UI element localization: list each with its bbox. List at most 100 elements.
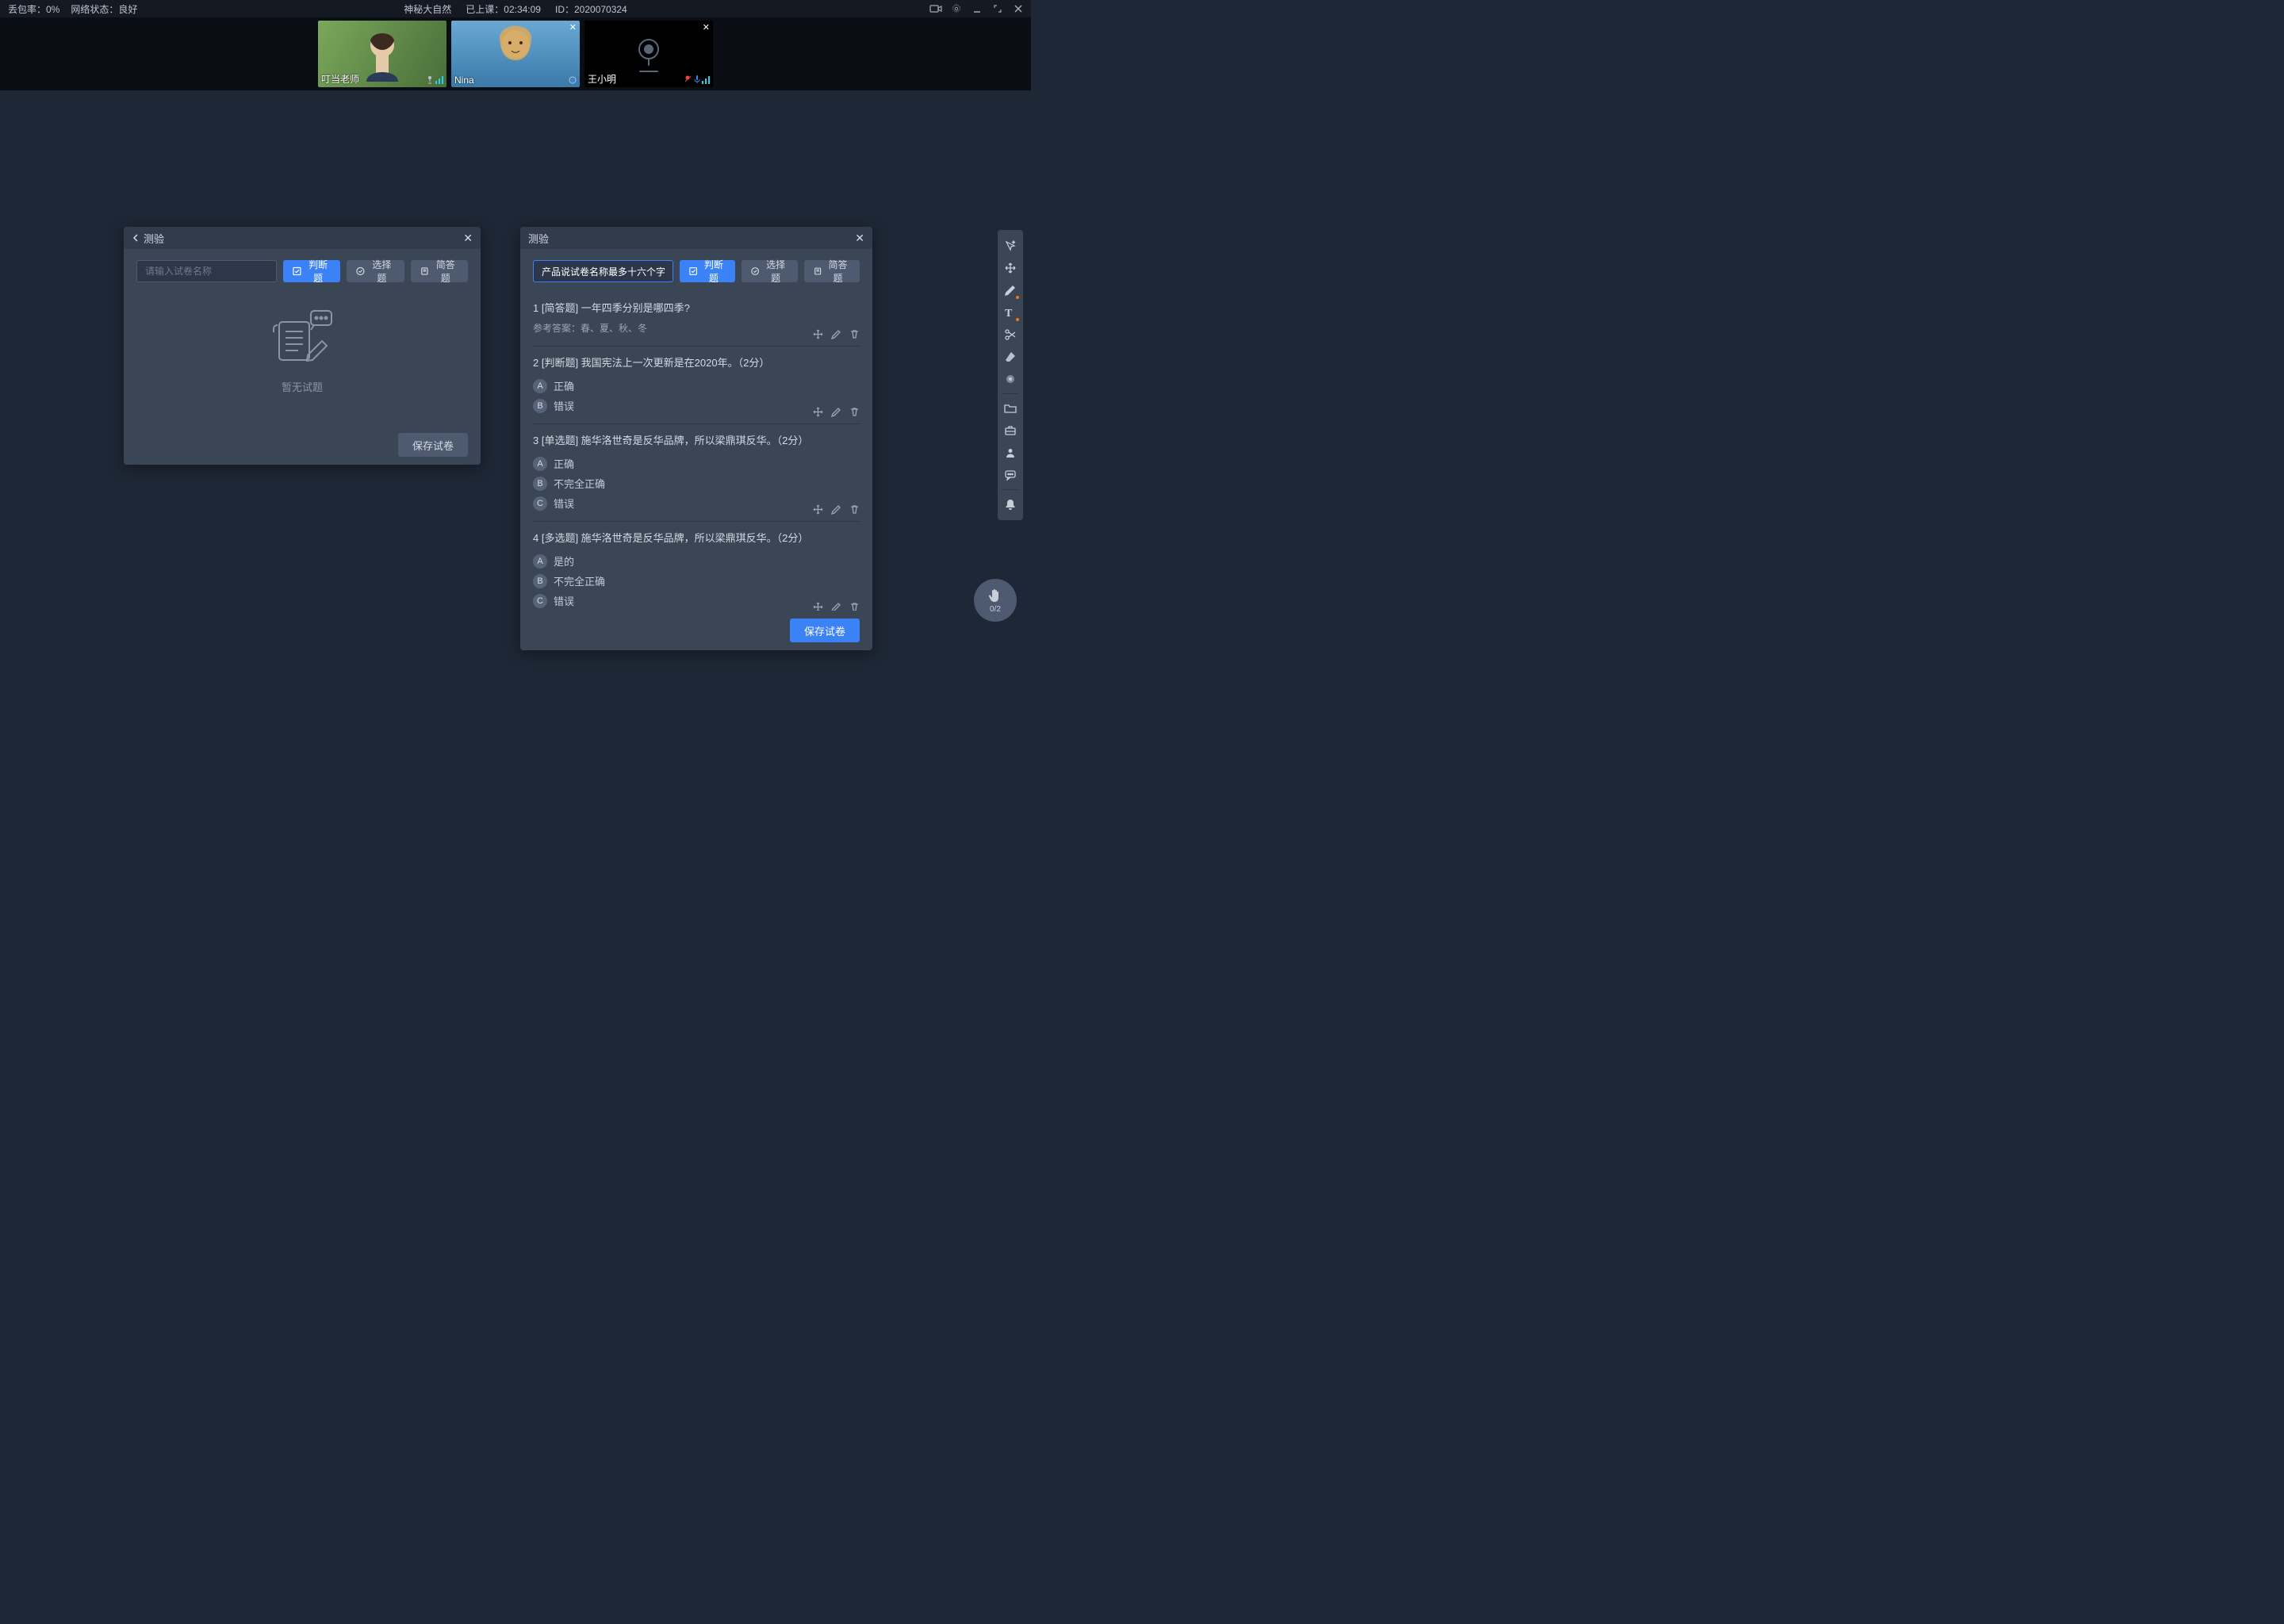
packet-loss: 丢包率：0% [8, 2, 59, 16]
answer-reference: 参考答案：春、夏、秋、冬 [533, 321, 860, 335]
right-toolbar: T [998, 230, 1023, 520]
save-exam-button[interactable]: 保存试卷 [790, 619, 860, 642]
exam-name-input[interactable] [533, 260, 673, 282]
panel-title: 测验 [144, 231, 164, 246]
minimize-icon[interactable] [971, 2, 983, 15]
edit-question-icon[interactable] [831, 329, 841, 339]
delete-question-icon[interactable] [849, 504, 860, 515]
choice-question-button[interactable]: 选择题 [347, 260, 404, 282]
audio-indicator-icon [684, 75, 710, 84]
option-label: 不完全正确 [554, 573, 605, 588]
option-label: 错误 [554, 593, 574, 608]
move-question-icon[interactable] [813, 329, 823, 339]
back-icon[interactable] [132, 233, 139, 243]
toolbar-separator [1002, 393, 1019, 394]
raise-hand-button[interactable]: 0/2 [974, 579, 1017, 622]
question-option[interactable]: B错误 [533, 396, 860, 416]
close-panel-icon[interactable]: ✕ [855, 232, 864, 245]
svg-text:T: T [1005, 308, 1013, 319]
option-label: 不完全正确 [554, 476, 605, 491]
participant-name: Nina [454, 75, 474, 86]
close-panel-icon[interactable]: ✕ [463, 232, 473, 245]
user-icon[interactable] [999, 442, 1021, 464]
judge-question-button[interactable]: 判断题 [680, 260, 735, 282]
short-answer-button[interactable]: 简答题 [804, 260, 860, 282]
option-letter: A [533, 379, 547, 393]
chat-icon[interactable] [999, 464, 1021, 486]
question-option[interactable]: A 是的 [533, 551, 860, 571]
panel-header: 测验 ✕ [124, 227, 481, 249]
close-window-icon[interactable] [1012, 2, 1025, 15]
empty-text: 暂无试题 [282, 379, 323, 394]
quiz-panel-empty: 测验 ✕ 判断题 选择题 简答题 [124, 227, 481, 465]
move-question-icon[interactable] [813, 602, 823, 611]
question-option[interactable]: B 不完全正确 [533, 571, 860, 591]
session-id: ID：2020070324 [555, 2, 627, 16]
question-title: 3 [单选题] 施华洛世奇是反华品牌，所以梁鼎琪反华。（2分） [533, 432, 860, 447]
video-tile-student-off[interactable]: ✕ 王小明 [584, 21, 713, 87]
participant-name: 王小明 [588, 72, 616, 86]
color-picker-icon[interactable] [999, 368, 1021, 390]
elapsed-time: 已上课：02:34:09 [466, 2, 541, 16]
participant-name: 叮当老师 [321, 72, 359, 86]
option-letter: A [533, 554, 547, 569]
question-item: 2 [判断题] 我国宪法上一次更新是在2020年。（2分） A 正确 B错误 [533, 347, 860, 424]
option-label: 正确 [554, 456, 574, 471]
delete-question-icon[interactable] [849, 407, 860, 417]
scissors-icon[interactable] [999, 324, 1021, 346]
choice-question-button[interactable]: 选择题 [742, 260, 797, 282]
question-item: 1 [简答题] 一年四季分别是哪四季? 参考答案：春、夏、秋、冬 [533, 292, 860, 347]
short-answer-button[interactable]: 简答题 [411, 260, 468, 282]
question-item: 4 [多选题] 施华洛世奇是反华品牌，所以梁鼎琪反华。（2分） A 是的 B 不完全正确… [533, 522, 860, 611]
settings-icon[interactable] [950, 2, 963, 15]
option-letter: C [533, 496, 547, 511]
option-label: 错误 [554, 398, 574, 413]
raise-hand-count: 0/2 [990, 605, 1001, 614]
bell-icon[interactable] [999, 493, 1021, 515]
cursor-sparkle-icon[interactable] [999, 235, 1021, 257]
camera-toggle-icon[interactable] [929, 2, 942, 15]
eraser-icon[interactable] [999, 346, 1021, 368]
video-strip: 叮当老师 ✕ Nina ✕ 王小明 [0, 17, 1031, 90]
question-title: 4 [多选题] 施华洛世奇是反华品牌，所以梁鼎琪反华。（2分） [533, 530, 860, 545]
question-title: 1 [简答题] 一年四季分别是哪四季? [533, 300, 860, 315]
folder-icon[interactable] [999, 397, 1021, 419]
video-tile-student[interactable]: ✕ Nina [451, 21, 580, 87]
question-option[interactable]: A 正确 [533, 376, 860, 396]
edit-question-icon[interactable] [831, 504, 841, 515]
maximize-icon[interactable] [991, 2, 1004, 15]
delete-question-icon[interactable] [849, 329, 860, 339]
text-icon[interactable]: T [999, 301, 1021, 324]
toolbox-icon[interactable] [999, 419, 1021, 442]
panel-title: 测验 [528, 231, 549, 246]
option-label: 是的 [554, 553, 574, 569]
network-status: 网络状态：良好 [71, 2, 137, 16]
pen-icon[interactable] [999, 279, 1021, 301]
question-option[interactable]: C错误 [533, 493, 860, 513]
save-exam-button[interactable]: 保存试卷 [398, 433, 468, 457]
option-letter: B [533, 574, 547, 588]
question-option[interactable]: A 正确 [533, 454, 860, 473]
option-letter: A [533, 457, 547, 471]
video-tile-teacher[interactable]: 叮当老师 [318, 21, 446, 87]
judge-question-button[interactable]: 判断题 [283, 260, 340, 282]
move-question-icon[interactable] [813, 504, 823, 515]
edit-question-icon[interactable] [831, 407, 841, 417]
course-name: 神秘大自然 [404, 2, 451, 16]
question-option[interactable]: B不完全正确 [533, 473, 860, 493]
delete-question-icon[interactable] [849, 602, 860, 611]
question-title: 2 [判断题] 我国宪法上一次更新是在2020年。（2分） [533, 354, 860, 370]
question-item: 3 [单选题] 施华洛世奇是反华品牌，所以梁鼎琪反华。（2分） A 正确 B不完全正确… [533, 424, 860, 522]
exam-name-input[interactable] [136, 260, 277, 282]
toolbar-separator [1002, 489, 1019, 490]
question-option[interactable]: C 错误 [533, 591, 860, 611]
close-video-icon[interactable]: ✕ [569, 22, 577, 33]
top-bar: 丢包率：0% 网络状态：良好 神秘大自然 已上课：02:34:09 ID：202… [0, 0, 1031, 17]
move-question-icon[interactable] [813, 407, 823, 417]
option-letter: C [533, 594, 547, 608]
move-icon[interactable] [999, 257, 1021, 279]
close-video-icon[interactable]: ✕ [703, 22, 710, 33]
edit-question-icon[interactable] [831, 602, 841, 611]
option-label: 正确 [554, 378, 574, 393]
audio-level-icon [426, 75, 443, 84]
